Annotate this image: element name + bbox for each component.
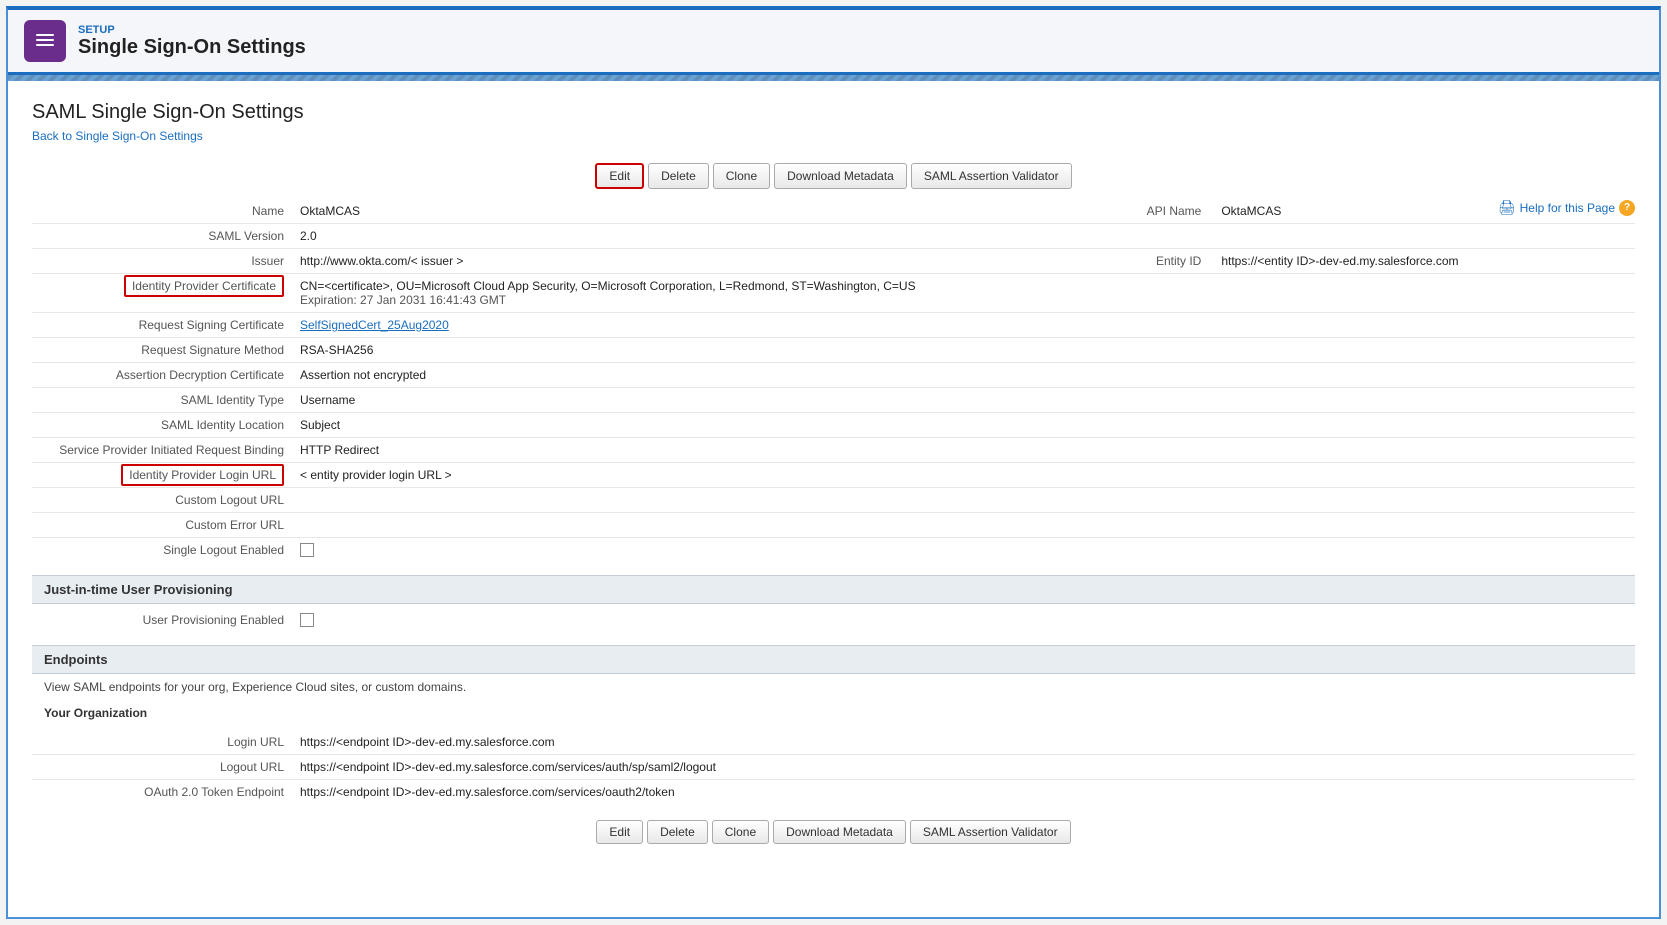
saml-version-value: 2.0	[292, 224, 1635, 249]
single-logout-enabled-label: Single Logout Enabled	[32, 538, 292, 566]
idp-login-url-label: Identity Provider Login URL	[121, 464, 284, 486]
idp-cert-label: Identity Provider Certificate	[124, 275, 284, 297]
saml-validator-button-bottom[interactable]: SAML Assertion Validator	[910, 820, 1071, 844]
download-metadata-button-bottom[interactable]: Download Metadata	[773, 820, 906, 844]
oauth-token-label: OAuth 2.0 Token Endpoint	[32, 780, 292, 805]
clone-button-bottom[interactable]: Clone	[712, 820, 769, 844]
single-logout-enabled-value	[292, 538, 1635, 566]
help-link[interactable]: 🖨 Help for this Page ?	[1498, 199, 1635, 216]
header-page-title: Single Sign-On Settings	[78, 36, 306, 59]
user-provisioning-checkbox[interactable]	[300, 613, 314, 627]
request-signing-cert-label: Request Signing Certificate	[32, 313, 292, 338]
custom-logout-url-label: Custom Logout URL	[32, 488, 292, 513]
bottom-toolbar: Edit Delete Clone Download Metadata SAML…	[32, 820, 1635, 844]
sp-request-binding-label: Service Provider Initiated Request Bindi…	[32, 438, 292, 463]
back-link[interactable]: Back to Single Sign-On Settings	[32, 129, 203, 143]
jit-table: User Provisioning Enabled	[32, 608, 1635, 635]
entity-id-value: https://<entity ID>-dev-ed.my.salesforce…	[1213, 249, 1635, 274]
delete-button-bottom[interactable]: Delete	[647, 820, 708, 844]
delete-button-top[interactable]: Delete	[648, 163, 709, 189]
edit-button-bottom[interactable]: Edit	[596, 820, 643, 844]
custom-logout-url-value	[292, 488, 1635, 513]
idp-cert-value: CN=<certificate>, OU=Microsoft Cloud App…	[292, 274, 1635, 313]
endpoints-section-header: Endpoints	[32, 645, 1635, 674]
assertion-decrypt-label: Assertion Decryption Certificate	[32, 363, 292, 388]
entity-id-label: Entity ID	[1013, 249, 1213, 274]
name-label: Name	[32, 199, 292, 224]
assertion-decrypt-value: Assertion not encrypted	[292, 363, 1635, 388]
saml-validator-button-top[interactable]: SAML Assertion Validator	[911, 163, 1072, 189]
detail-table: Name OktaMCAS API Name OktaMCAS SAML Ver…	[32, 199, 1635, 565]
request-signing-cert-value: SelfSignedCert_25Aug2020	[292, 313, 1635, 338]
single-logout-checkbox[interactable]	[300, 543, 314, 557]
login-url-label: Login URL	[32, 730, 292, 755]
saml-identity-loc-value: Subject	[292, 413, 1635, 438]
download-metadata-button-top[interactable]: Download Metadata	[774, 163, 907, 189]
page-heading: SAML Single Sign-On Settings	[32, 101, 1635, 124]
setup-label: SETUP	[78, 24, 306, 36]
request-sig-method-value: RSA-SHA256	[292, 338, 1635, 363]
logout-url-label: Logout URL	[32, 755, 292, 780]
api-name-label: API Name	[1013, 199, 1213, 224]
oauth-token-value: https://<endpoint ID>-dev-ed.my.salesfor…	[292, 780, 1635, 805]
user-provisioning-label: User Provisioning Enabled	[32, 608, 292, 635]
saml-identity-type-label: SAML Identity Type	[32, 388, 292, 413]
clone-button-top[interactable]: Clone	[713, 163, 770, 189]
your-org-label: Your Organization	[32, 700, 1635, 726]
issuer-label: Issuer	[32, 249, 292, 274]
login-url-value: https://<endpoint ID>-dev-ed.my.salesfor…	[292, 730, 1635, 755]
logout-url-value: https://<endpoint ID>-dev-ed.my.salesfor…	[292, 755, 1635, 780]
help-badge: ?	[1619, 200, 1635, 216]
endpoints-description: View SAML endpoints for your org, Experi…	[32, 674, 1635, 700]
saml-identity-type-value: Username	[292, 388, 1635, 413]
saml-version-label: SAML Version	[32, 224, 292, 249]
user-provisioning-value	[292, 608, 1635, 635]
custom-error-url-label: Custom Error URL	[32, 513, 292, 538]
custom-error-url-value	[292, 513, 1635, 538]
issuer-value: http://www.okta.com/< issuer >	[292, 249, 1013, 274]
endpoints-table: Login URL https://<endpoint ID>-dev-ed.m…	[32, 730, 1635, 804]
idp-login-url-value: < entity provider login URL >	[292, 463, 1635, 488]
idp-cert-label-cell: Identity Provider Certificate	[32, 274, 292, 313]
edit-button-top[interactable]: Edit	[595, 163, 644, 189]
jit-section-header: Just-in-time User Provisioning	[32, 575, 1635, 604]
sp-request-binding-value: HTTP Redirect	[292, 438, 1635, 463]
name-value: OktaMCAS	[292, 199, 1013, 224]
printer-icon: 🖨	[1498, 199, 1516, 216]
request-sig-method-label: Request Signature Method	[32, 338, 292, 363]
app-icon	[24, 20, 66, 62]
idp-login-url-label-cell: Identity Provider Login URL	[32, 463, 292, 488]
signing-cert-link[interactable]: SelfSignedCert_25Aug2020	[300, 318, 449, 332]
saml-identity-loc-label: SAML Identity Location	[32, 413, 292, 438]
top-toolbar: Edit Delete Clone Download Metadata SAML…	[32, 163, 1635, 189]
help-link-text[interactable]: Help for this Page	[1520, 201, 1615, 215]
